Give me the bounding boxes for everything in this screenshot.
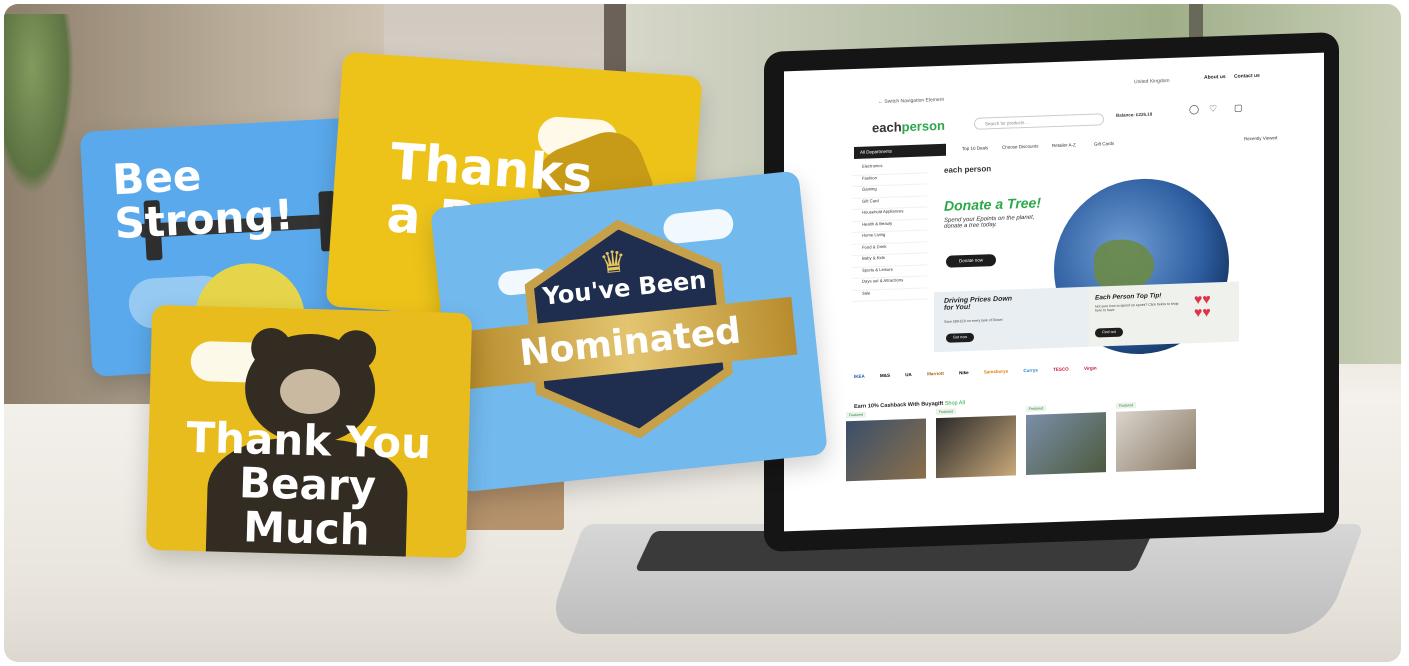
tile-image: [1116, 409, 1196, 472]
card-text: Thank You Beary Much: [176, 413, 439, 555]
cashback-title: Earn 10% Cashback With Buyagift: [854, 400, 944, 410]
brand-logo[interactable]: Nike: [959, 370, 969, 375]
nav-recently-viewed[interactable]: Recently Viewed: [1244, 135, 1277, 141]
brand-logo[interactable]: Marriott: [927, 371, 944, 377]
nav-gift-cards[interactable]: Gift Cards: [1094, 141, 1114, 147]
brand-logo[interactable]: Virgin: [1084, 366, 1097, 371]
featured-badge: Featured: [1116, 402, 1137, 409]
user-icon[interactable]: ◯: [1189, 104, 1199, 114]
gift-card-thank-you-beary-much: Thank You Beary Much: [145, 304, 473, 559]
banner-title: Donate a Tree!: [944, 194, 1041, 214]
brand-logo[interactable]: Currys: [1023, 368, 1038, 374]
back-link[interactable]: ← Switch Navigation Element: [878, 97, 944, 105]
experience-tile[interactable]: Featured: [1026, 405, 1106, 487]
promo-subtitle: Not sure how to spend an epoint? Click b…: [1095, 301, 1179, 313]
logo-each: each: [872, 119, 902, 136]
search-input[interactable]: Search for products...: [974, 113, 1104, 130]
sidebar-item[interactable]: Sale: [852, 287, 927, 303]
brand-strip: IKEA M&S UA Marriott Nike Sainsburys Cur…: [854, 361, 1234, 390]
promo-title: Driving Prices Down for You!: [944, 295, 1013, 312]
bag-icon[interactable]: ▢: [1234, 102, 1244, 112]
hearts-icon: ♥♥ ♥♥: [1194, 290, 1211, 320]
all-departments-button[interactable]: All Departments: [854, 143, 946, 159]
featured-badge: Featured: [846, 411, 867, 419]
banner-logo: each person: [944, 164, 992, 175]
get-now-button[interactable]: Get now: [946, 332, 974, 343]
shop-all-link[interactable]: Shop All: [945, 400, 965, 407]
laptop-screen: ← Switch Navigation Element United Kingd…: [784, 52, 1324, 532]
tile-image: [936, 415, 1016, 479]
brand-logo[interactable]: TESCO: [1053, 366, 1069, 372]
about-link[interactable]: About us: [1204, 74, 1226, 81]
nav-top-deals[interactable]: Top 10 Deals: [962, 145, 988, 151]
nav-discounts[interactable]: Choose Discounts: [1002, 144, 1039, 150]
logo-person: person: [901, 117, 945, 135]
experience-tiles: Featured Featured Featured Featured: [846, 402, 1246, 501]
site-logo[interactable]: eachperson: [872, 118, 945, 136]
hero-image: ← Switch Navigation Element United Kingd…: [4, 4, 1401, 662]
promo-fuel[interactable]: Driving Prices Down for You! Save £80-£1…: [934, 286, 1089, 353]
gift-card-nominated: ♛ You've Been Nominated: [430, 170, 828, 493]
promo-subtitle: Save £80-£10 on every tank of Diesel: [944, 317, 1003, 324]
nav-retailers[interactable]: Retailer A-Z: [1052, 142, 1076, 148]
donate-button[interactable]: Donate now: [946, 254, 996, 268]
tile-image: [1026, 412, 1106, 475]
featured-badge: Featured: [1026, 405, 1047, 412]
brand-logo[interactable]: Sainsburys: [984, 369, 1008, 375]
promo-top-tip[interactable]: Each Person Top Tip! Not sure how to spe…: [1089, 281, 1239, 347]
cloud-shape: [661, 207, 735, 245]
find-out-button[interactable]: Find out: [1095, 327, 1123, 338]
heart-icon[interactable]: ♡: [1209, 103, 1219, 113]
region-selector[interactable]: United Kingdom: [1134, 78, 1170, 85]
card-text-line: Beary Much: [238, 458, 377, 555]
tile-image: [846, 418, 926, 482]
category-sidebar: Electronics Fashion Gaming Gift Card Hou…: [852, 161, 927, 344]
brand-logo[interactable]: IKEA: [854, 374, 865, 379]
balance-display: Balance: £226.18: [1116, 111, 1153, 118]
plant-decoration: [4, 14, 74, 194]
brand-logo[interactable]: UA: [905, 372, 912, 377]
experience-tile[interactable]: Featured: [1116, 402, 1196, 484]
contact-link[interactable]: Contact us: [1234, 73, 1260, 80]
featured-badge: Featured: [936, 408, 957, 416]
promo-title: Each Person Top Tip!: [1095, 292, 1162, 302]
banner-subtitle: Spend your Epoints on the planet, donate…: [944, 214, 1035, 230]
experience-tile[interactable]: Featured: [846, 411, 926, 493]
experience-tile[interactable]: Featured: [936, 408, 1016, 490]
brand-logo[interactable]: M&S: [880, 373, 890, 378]
